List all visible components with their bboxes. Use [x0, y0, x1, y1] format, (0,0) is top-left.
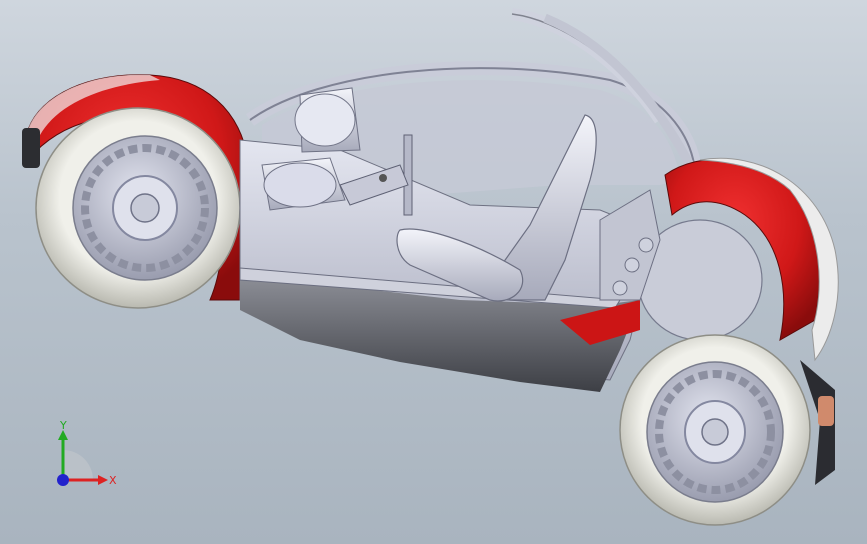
y-axis-label: Y [59, 420, 67, 432]
rear-wheel [35, 107, 241, 309]
car-model[interactable] [0, 0, 867, 544]
front-wheel [619, 334, 835, 526]
graphics-viewport[interactable]: Y X [0, 0, 867, 544]
axis-triad: Y X [57, 420, 117, 487]
x-axis-label: X [109, 474, 117, 487]
z-axis-dot [57, 474, 69, 486]
